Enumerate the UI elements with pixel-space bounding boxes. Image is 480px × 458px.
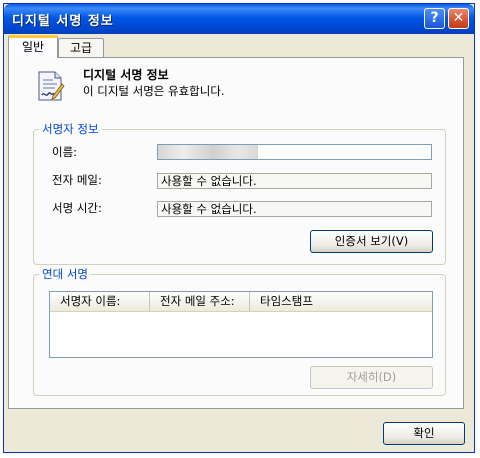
signed-document-icon [38, 71, 65, 101]
column-header-signer-name[interactable]: 서명자 이름: [50, 292, 150, 311]
header-subtitle: 이 디지털 서명은 유효합니다. [83, 84, 225, 98]
column-header-email[interactable]: 전자 메일 주소: [150, 292, 250, 311]
details-button[interactable]: 자세히(D) [310, 366, 433, 389]
countersignature-list[interactable]: 서명자 이름: 전자 메일 주소: 타임스탬프 [49, 291, 433, 358]
redacted-name [158, 145, 258, 159]
email-field[interactable]: 사용할 수 없습니다. [157, 173, 432, 189]
countersignatures-legend: 연대 서명 [42, 267, 88, 281]
ok-button[interactable]: 확인 [383, 422, 465, 445]
title-bar[interactable]: 디지털 서명 정보 ? ✕ [4, 4, 474, 34]
list-header: 서명자 이름: 전자 메일 주소: 타임스탬프 [50, 292, 432, 312]
view-certificate-button[interactable]: 인증서 보기(V) [310, 230, 433, 253]
email-label: 전자 메일: [52, 173, 102, 187]
signing-time-field[interactable]: 사용할 수 없습니다. [157, 201, 432, 217]
help-button[interactable]: ? [424, 8, 445, 29]
name-label: 이름: [52, 145, 78, 159]
tab-general[interactable]: 일반 [8, 35, 58, 58]
signer-info-legend: 서명자 정보 [42, 122, 99, 136]
tab-advanced[interactable]: 고급 [58, 38, 104, 58]
window-title: 디지털 서명 정보 [12, 14, 114, 29]
header-title: 디지털 서명 정보 [83, 68, 169, 82]
signing-time-label: 서명 시간: [52, 201, 102, 215]
close-button[interactable]: ✕ [448, 8, 469, 29]
column-header-timestamp[interactable]: 타임스탬프 [250, 292, 430, 311]
